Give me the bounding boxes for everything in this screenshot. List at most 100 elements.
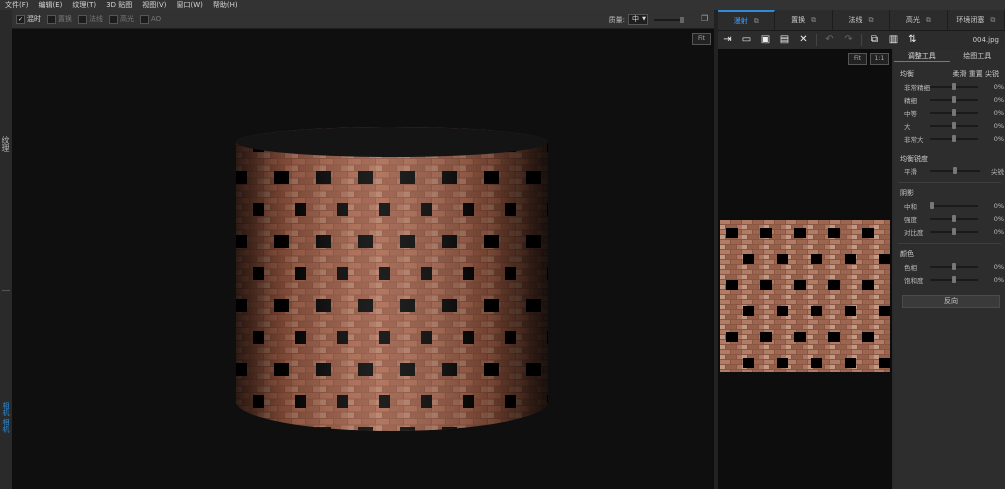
detach-icon[interactable]: ⧉ bbox=[754, 17, 759, 26]
tab-diffuse[interactable]: 漫射 ⧉ bbox=[718, 10, 776, 30]
save-as-icon[interactable]: ▤ bbox=[775, 32, 794, 47]
slider-handle[interactable] bbox=[952, 134, 956, 142]
quality-control: 质量: 中 ▼ bbox=[609, 14, 684, 25]
slider-handle[interactable] bbox=[952, 214, 956, 222]
checkbox-icon bbox=[78, 14, 87, 24]
copy-icon[interactable]: ⧉ bbox=[865, 32, 884, 47]
tab-paint-tools[interactable]: 绘图工具 bbox=[950, 51, 1005, 62]
slider-handle[interactable] bbox=[952, 121, 956, 129]
quality-label: 质量: bbox=[608, 15, 625, 24]
slider-row: 非常大 0% bbox=[904, 134, 1004, 144]
equalize-slider[interactable] bbox=[930, 108, 978, 116]
tab-adjust-tools[interactable]: 调整工具 bbox=[894, 51, 950, 62]
open-folder-icon[interactable]: ▭ bbox=[737, 32, 756, 47]
detach-icon[interactable]: ⧉ bbox=[811, 16, 816, 25]
slider-row: 精细 0% bbox=[904, 95, 1004, 105]
slider-row: 中和 0% bbox=[904, 201, 1004, 211]
menu-file[interactable]: 文件(F) bbox=[0, 0, 34, 10]
checkbox-icon bbox=[109, 14, 118, 24]
3d-viewport[interactable]: Fit bbox=[12, 29, 714, 489]
tab-specular[interactable]: 高光 ⧉ bbox=[890, 10, 948, 30]
divider bbox=[898, 243, 1001, 244]
checkbox-icon bbox=[47, 14, 56, 24]
undo-icon[interactable]: ↶ bbox=[820, 32, 839, 47]
section-color-title: 颜色 bbox=[900, 250, 914, 258]
toggle-ao[interactable]: AO bbox=[140, 14, 161, 24]
toggle-displacement[interactable]: 置换 bbox=[47, 14, 72, 24]
toggle-normal[interactable]: 法线 bbox=[78, 14, 103, 24]
detach-icon[interactable]: ⧉ bbox=[869, 16, 874, 25]
slider-handle[interactable] bbox=[952, 82, 956, 90]
tab-normal[interactable]: 法线 ⧉ bbox=[833, 10, 891, 30]
save-icon[interactable]: ▣ bbox=[756, 32, 775, 47]
slider-row: 饱和度 0% bbox=[904, 275, 1004, 285]
menu-view[interactable]: 视图(V) bbox=[137, 0, 171, 10]
brick-cylinder-render bbox=[236, 127, 548, 431]
menu-window[interactable]: 窗口(W) bbox=[171, 0, 207, 10]
viewport-toolbar: ✓ 混时 置换 法线 高光 AO 质量: 中 ▼ ❐ bbox=[12, 10, 714, 29]
slider-handle[interactable] bbox=[952, 227, 956, 235]
detach-icon[interactable]: ⧉ bbox=[926, 16, 931, 25]
slider-handle[interactable] bbox=[930, 201, 934, 209]
invert-button[interactable]: 反向 bbox=[902, 295, 1000, 308]
swap-icon[interactable]: ⇅ bbox=[903, 32, 922, 47]
menu-texture[interactable]: 纹理(T) bbox=[67, 0, 101, 10]
file-name: 004.jpg bbox=[972, 35, 999, 44]
equalize-slider[interactable] bbox=[930, 95, 978, 103]
toolbar-separator bbox=[816, 33, 817, 46]
shadow-slider[interactable] bbox=[930, 201, 978, 209]
detach-icon[interactable]: ⧉ bbox=[990, 16, 995, 25]
texture-toolbar: ⇥ ▭ ▣ ▤ ✕ ↶ ↷ ⧉ ▥ ⇅ 004.jpg bbox=[718, 31, 1005, 48]
section-sharpen-title: 均衡锐度 bbox=[900, 155, 928, 163]
fit-button[interactable]: Fit bbox=[848, 53, 867, 65]
slider-handle[interactable] bbox=[952, 95, 956, 103]
close-icon[interactable]: ✕ bbox=[794, 32, 813, 47]
quality-select[interactable]: 中 ▼ bbox=[628, 14, 648, 25]
left-tab-texture[interactable]: 纹理 bbox=[1, 136, 11, 152]
check-icon: ✓ bbox=[16, 14, 25, 24]
section-equalize-title: 均衡 bbox=[900, 70, 914, 78]
window-restore-icon[interactable]: ❐ bbox=[701, 15, 710, 23]
import-icon[interactable]: ⇥ bbox=[718, 32, 737, 47]
redo-icon[interactable]: ↷ bbox=[839, 32, 858, 47]
left-divider bbox=[2, 290, 10, 291]
shadow-slider[interactable] bbox=[930, 227, 978, 235]
tab-ambient-occlusion[interactable]: 环境闭塞 ⧉ bbox=[948, 10, 1005, 30]
texture-preview[interactable]: Fit 1:1 bbox=[718, 49, 892, 489]
checkbox-icon bbox=[140, 14, 149, 24]
saturation-slider[interactable] bbox=[930, 275, 978, 283]
toggle-mix[interactable]: ✓ 混时 bbox=[16, 14, 41, 24]
equalize-options[interactable]: 柔滑 重置 尖锐 bbox=[953, 69, 999, 79]
slider-handle[interactable] bbox=[952, 275, 956, 283]
left-tab-camera[interactable]: 相机 相机 bbox=[1, 402, 11, 432]
shadow-slider[interactable] bbox=[930, 214, 978, 222]
slider-handle[interactable] bbox=[953, 166, 957, 174]
divider bbox=[898, 182, 1001, 183]
hue-slider[interactable] bbox=[930, 262, 978, 270]
section-shadow-title: 阴影 bbox=[900, 189, 914, 197]
adjustment-panel: 调整工具 绘图工具 均衡 柔滑 重置 尖锐 非常精细 0% 精细 0% 中等 0% 大… bbox=[894, 49, 1005, 489]
slider-row: 大 0% bbox=[904, 121, 1004, 131]
equalize-slider[interactable] bbox=[930, 82, 978, 90]
tab-displacement[interactable]: 置换 ⧉ bbox=[775, 10, 833, 30]
menu-3d-map[interactable]: 3D 贴图 bbox=[101, 0, 137, 10]
toggle-specular[interactable]: 高光 bbox=[109, 14, 134, 24]
slider-row: 非常精细 0% bbox=[904, 82, 1004, 92]
equalize-slider[interactable] bbox=[930, 121, 978, 129]
sharpen-row: 平滑 尖锐 bbox=[904, 166, 1004, 176]
menu-edit[interactable]: 编辑(E) bbox=[34, 0, 68, 10]
toolbar-separator bbox=[861, 33, 862, 46]
slider-handle[interactable] bbox=[952, 108, 956, 116]
sharpen-slider[interactable] bbox=[930, 166, 980, 174]
actual-size-button[interactable]: 1:1 bbox=[870, 53, 889, 65]
quality-slider-handle[interactable] bbox=[680, 16, 684, 23]
paste-icon[interactable]: ▥ bbox=[884, 32, 903, 47]
slider-row: 强度 0% bbox=[904, 214, 1004, 224]
slider-row: 对比度 0% bbox=[904, 227, 1004, 237]
equalize-slider[interactable] bbox=[930, 134, 978, 142]
menu-bar: 文件(F) 编辑(E) 纹理(T) 3D 贴图 视图(V) 窗口(W) 帮助(H… bbox=[0, 0, 1005, 10]
chevron-down-icon: ▼ bbox=[642, 16, 646, 22]
map-tabs: 漫射 ⧉ 置换 ⧉ 法线 ⧉ 高光 ⧉ 环境闭塞 ⧉ bbox=[718, 10, 1005, 31]
slider-handle[interactable] bbox=[952, 262, 956, 270]
menu-help[interactable]: 帮助(H) bbox=[208, 0, 243, 10]
